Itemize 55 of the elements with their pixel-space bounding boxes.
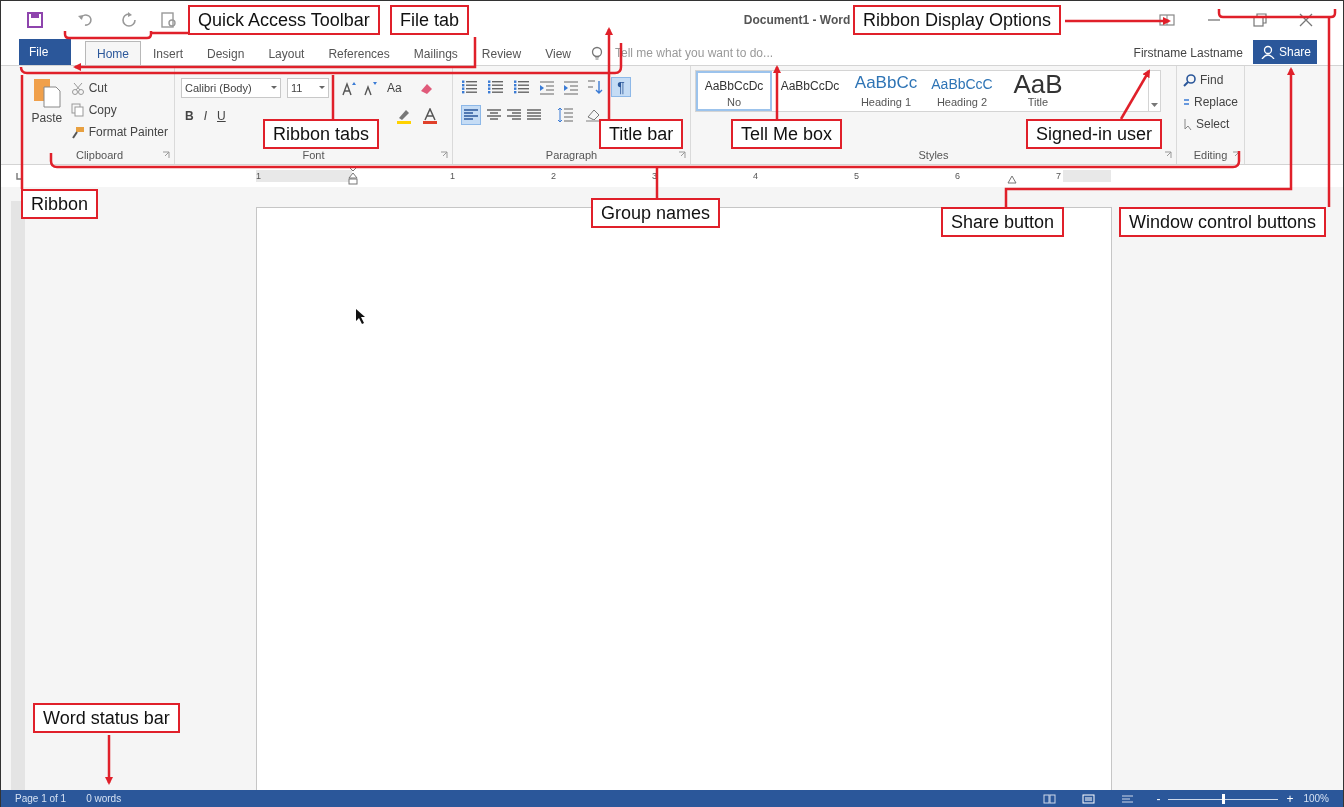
callout-label: File tab: [390, 5, 470, 35]
underline-button[interactable]: U: [217, 107, 226, 125]
share-button[interactable]: Share: [1253, 40, 1317, 64]
font-name-value: Calibri (Body): [185, 80, 252, 96]
format-painter-button[interactable]: Format Painter: [68, 121, 170, 143]
style-option[interactable]: AaBbCcDc: [772, 71, 848, 111]
ribbon-tab[interactable]: Home: [85, 41, 141, 65]
callout-label: Tell Me box: [731, 119, 843, 149]
user-name: Firstname Lastname: [1133, 45, 1243, 62]
style-option[interactable]: AaBbCcDc No: [696, 71, 772, 111]
ruler-number: 1: [256, 170, 261, 183]
bold-button[interactable]: B: [185, 107, 194, 125]
callout-label: Ribbon tabs: [263, 119, 380, 149]
style-option[interactable]: AaB Title: [1000, 71, 1076, 111]
file-tab[interactable]: File: [19, 39, 71, 65]
font-name-dropdown[interactable]: Calibri (Body): [181, 78, 281, 98]
ruler-number: 5: [854, 170, 859, 183]
italic-button[interactable]: I: [203, 107, 207, 125]
ruler-number: 1: [450, 170, 455, 183]
copy-button[interactable]: Copy: [68, 99, 170, 121]
callout-label: Word status bar: [33, 703, 180, 733]
zoom-percent: 100%: [1303, 792, 1329, 806]
ruler-number: 4: [753, 170, 758, 183]
cut-button[interactable]: Cut: [68, 77, 170, 99]
group-name: Font: [302, 147, 325, 163]
replace-button[interactable]: Replace: [1181, 91, 1241, 113]
word-count: 0 words: [86, 792, 122, 806]
zoom-in-button[interactable]: +: [1286, 789, 1294, 807]
window-title: Document1 - Word: [743, 12, 851, 29]
callout-label: Ribbon Display Options: [853, 5, 1062, 35]
ruler-number: 2: [551, 170, 556, 183]
find-button[interactable]: Find: [1181, 69, 1241, 91]
style-option[interactable]: AaBbCcC Heading 2: [924, 71, 1000, 111]
change-case-button[interactable]: Aa: [385, 77, 404, 99]
page-count: Page 1 of 1: [15, 792, 67, 806]
select-button[interactable]: Select: [1181, 113, 1241, 135]
callout-label: Group names: [591, 198, 721, 228]
callout-label: Window control buttons: [1119, 207, 1327, 237]
font-size-dropdown[interactable]: 11: [287, 78, 329, 98]
ruler-number: 6: [955, 170, 960, 183]
callout-label: Signed-in user: [1026, 119, 1163, 149]
zoom-out-button[interactable]: -: [1156, 789, 1161, 807]
font-size-value: 11: [291, 80, 303, 96]
callout-label: Ribbon: [21, 189, 99, 219]
paste-button[interactable]: Paste: [29, 77, 65, 146]
group-name: Editing: [1193, 147, 1228, 163]
group-name: Paragraph: [545, 147, 598, 163]
callout-label: Quick Access Toolbar: [188, 5, 380, 35]
group-name: Clipboard: [75, 147, 124, 163]
callout-label: Title bar: [599, 119, 684, 149]
ruler-number: 7: [1056, 170, 1061, 183]
show-marks-button[interactable]: ¶: [611, 77, 631, 97]
group-name: Styles: [918, 147, 949, 163]
callout-label: Share button: [941, 207, 1065, 237]
style-option[interactable]: AaBbCc Heading 1: [848, 71, 924, 111]
